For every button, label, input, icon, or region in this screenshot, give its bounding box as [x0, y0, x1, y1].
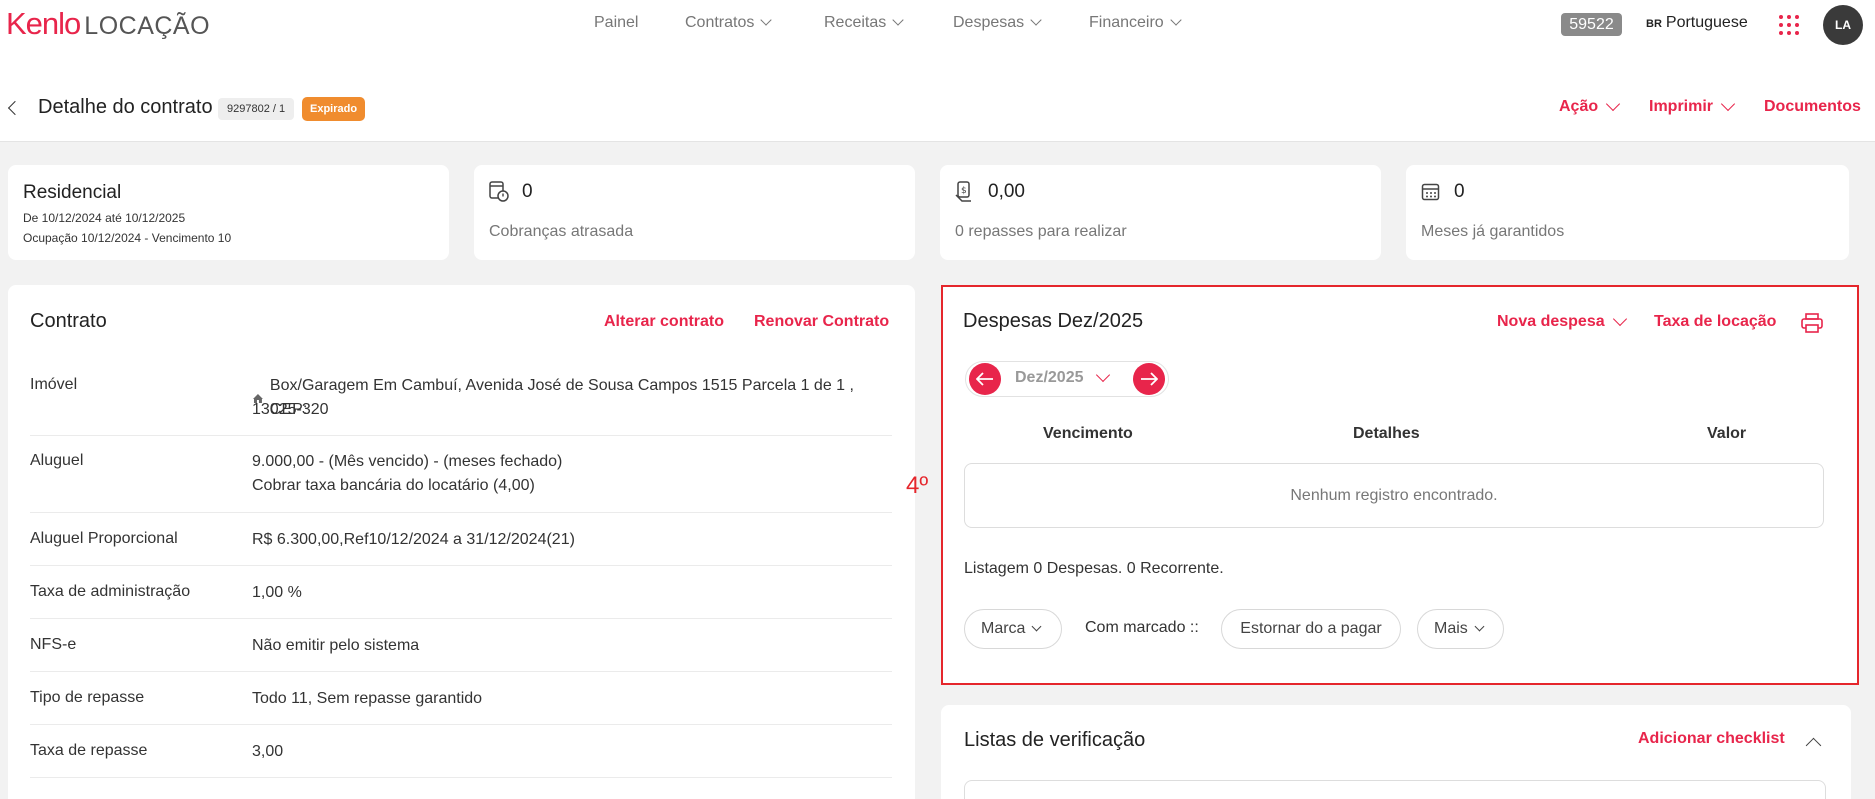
transfers-card[interactable]: $ 0,00 0 repasses para realizar — [940, 165, 1381, 260]
nav-label: Contratos — [685, 14, 755, 31]
contract-id-badge: 9297802 / 1 — [218, 98, 295, 120]
row-value-line1: Box/Garagem Em Cambuí, Avenida José de S… — [252, 374, 892, 422]
checklists-title: Listas de verificação — [964, 729, 1146, 751]
contract-occupation: Ocupação 10/12/2024 - Vencimento 10 — [23, 231, 232, 245]
property-address: Box/Garagem Em Cambuí, Avenida José de S… — [269, 377, 854, 418]
nav-painel[interactable]: Painel — [594, 14, 638, 32]
contract-row-taxa-admin: Taxa de administração 1,00 % — [30, 566, 892, 619]
chevron-down-icon — [1170, 14, 1182, 26]
chevron-down-icon — [892, 14, 904, 26]
contract-row-nfse: NFS-e Não emitir pelo sistema — [30, 619, 892, 672]
annotation-highlight-box — [941, 285, 1859, 685]
nav-financeiro[interactable]: Financeiro — [1089, 14, 1182, 32]
row-label: Aluguel Proporcional — [30, 530, 178, 547]
nav-receitas[interactable]: Receitas — [824, 14, 904, 32]
contract-period: De 10/12/2024 até 10/12/2025 — [23, 211, 186, 225]
transfers-amount: 0,00 — [988, 181, 1025, 202]
page-title: Detalhe do contrato — [38, 96, 213, 118]
nav-label: Receitas — [824, 14, 887, 31]
row-value: R$ 6.300,00,Ref10/12/2024 a 31/12/2024(2… — [252, 531, 575, 548]
calendar-icon — [1421, 183, 1440, 201]
row-value: Todo 11, Sem repasse garantido — [252, 690, 483, 707]
status-badge: Expirado — [302, 97, 366, 121]
account-code-badge: 59522 — [1561, 13, 1622, 36]
contract-row-aluguel-proporcional: Aluguel Proporcional R$ 6.300,00,Ref10/1… — [30, 513, 892, 566]
collapse-toggle[interactable] — [1805, 737, 1822, 756]
renew-contract-button[interactable]: Renovar Contrato — [754, 313, 889, 331]
rent-value: 9.000,00 - (Mês vencido) - (meses fechad… — [252, 453, 563, 470]
imprimir-label: Imprimir — [1649, 98, 1714, 115]
chevron-down-icon — [760, 14, 773, 26]
contract-row-imovel: Imóvel Box/Garagem Em Cambuí, Avenida Jo… — [30, 372, 892, 436]
row-label: Aluguel — [30, 452, 84, 469]
transfers-label: 0 repasses para realizar — [955, 223, 1127, 240]
documentos-label: Documentos — [1764, 98, 1861, 115]
row-label: Imóvel — [30, 376, 78, 393]
nav-contratos[interactable]: Contratos — [685, 14, 773, 32]
brand-logo[interactable]: Kenlo LOCAÇÃO — [6, 6, 211, 41]
contract-section-title: Contrato — [30, 310, 107, 332]
row-label: Tipo de repasse — [30, 689, 145, 706]
checklist-list-box — [964, 780, 1826, 799]
step-annotation: 4º — [906, 472, 929, 499]
documentos-link[interactable]: Documentos — [1764, 98, 1861, 116]
overdue-count: 0 — [522, 181, 533, 202]
chevron-down-icon — [1606, 96, 1621, 112]
rent-bank-fee: Cobrar taxa bancária do locatário (4,00) — [252, 477, 535, 494]
chevron-up-icon — [1805, 737, 1822, 754]
row-label: Taxa de repasse — [30, 742, 148, 759]
overdue-charges-card[interactable]: 0 Cobranças atrasada — [474, 165, 915, 260]
row-value: 3,00 — [252, 743, 284, 760]
language-selector[interactable]: BR Portuguese — [1646, 14, 1748, 32]
invoice-clock-icon — [489, 181, 509, 202]
alter-contract-button[interactable]: Alterar contrato — [604, 313, 724, 331]
acao-label: Ação — [1559, 98, 1599, 115]
row-value: 1,00 % — [252, 584, 302, 601]
nav-label: Painel — [594, 14, 639, 31]
contract-type-title: Residencial — [23, 182, 122, 203]
contract-header-bar — [0, 48, 1875, 142]
row-label: NFS-e — [30, 636, 77, 653]
guaranteed-months-card[interactable]: 0 Meses já garantidos — [1406, 165, 1849, 260]
imprimir-menu-button[interactable]: Imprimir — [1649, 96, 1736, 116]
chevron-down-icon — [1030, 14, 1042, 26]
flag-icon: BR — [1646, 18, 1662, 30]
hand-money-icon: $ — [955, 181, 971, 202]
row-label: Taxa de administração — [30, 583, 191, 600]
language-label: Portuguese — [1665, 14, 1748, 31]
svg-text:$: $ — [961, 186, 967, 196]
contract-type-card: Residencial De 10/12/2024 até 10/12/2025… — [8, 165, 449, 260]
add-checklist-button[interactable]: Adicionar checklist — [1638, 730, 1785, 748]
avatar[interactable]: LA — [1823, 5, 1863, 45]
contract-row-aluguel: Aluguel 9.000,00 - (Mês vencido) - (mese… — [30, 436, 892, 513]
nav-label: Financeiro — [1089, 14, 1164, 31]
overdue-label: Cobranças atrasada — [489, 223, 634, 240]
nav-label: Despesas — [953, 14, 1025, 31]
acao-menu-button[interactable]: Ação — [1559, 96, 1621, 116]
row-value: Não emitir pelo sistema — [252, 637, 420, 654]
property-cep: 13025-320 — [252, 401, 329, 418]
contract-row-tipo-repasse: Tipo de repasse Todo 11, Sem repasse gar… — [30, 672, 892, 725]
contract-row-taxa-repasse: Taxa de repasse 3,00 — [30, 725, 892, 778]
guaranteed-label: Meses já garantidos — [1421, 223, 1565, 240]
nav-despesas[interactable]: Despesas — [953, 14, 1042, 32]
brand-name: Kenlo — [6, 6, 81, 41]
chevron-down-icon — [1720, 96, 1736, 112]
guaranteed-count: 0 — [1454, 181, 1465, 202]
product-name: LOCAÇÃO — [84, 12, 211, 40]
apps-grid-icon[interactable] — [1779, 15, 1799, 35]
